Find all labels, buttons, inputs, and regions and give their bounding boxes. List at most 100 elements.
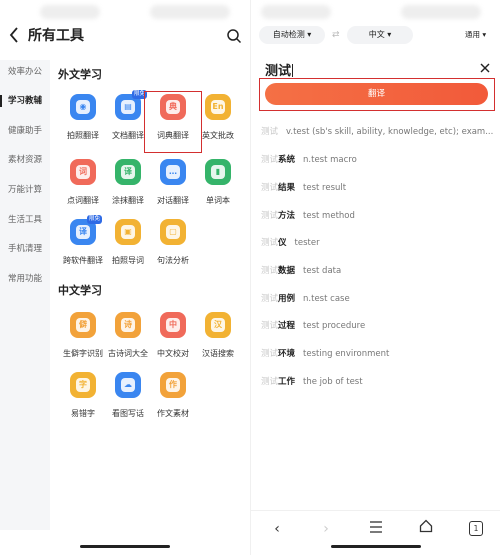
tool-glyph: 典 [166, 100, 180, 114]
suggestion-suffix: 方法 [278, 211, 296, 221]
suggestion-definition: v.test (sb's skill, ability, knowledge, … [286, 127, 494, 137]
language-bar: 自动检测 ▾ ⇄ 中文 ▾ 通用 ▾ [251, 26, 500, 46]
suggestion-suffix: 过程 [278, 321, 296, 331]
tool-label: 英文批改 [202, 131, 234, 140]
tool-glyph: ◉ [76, 100, 90, 114]
mode-select[interactable]: 通用 ▾ [465, 26, 486, 44]
caret-down-icon: ▾ [307, 30, 312, 39]
tool-1-6[interactable]: 作作文素材 [147, 372, 199, 428]
swap-icon[interactable]: ⇄ [332, 29, 342, 41]
suggestion-item[interactable]: 测试仪 tester [261, 235, 320, 251]
home-indicator [80, 545, 170, 548]
back-button[interactable] [8, 26, 22, 46]
hanyu-search-icon: 汉 [205, 312, 231, 338]
search-input-value: 测试 [265, 64, 292, 79]
camera-icon: ◉ [70, 94, 96, 120]
home-icon[interactable] [416, 519, 436, 539]
status-bar [251, 0, 500, 22]
sidebar-item-calculator[interactable]: 万能计算 [0, 178, 50, 202]
rare-char-icon: 僻 [70, 312, 96, 338]
tools-panel: 所有工具 效率办公 学习教辅 健康助手 素材资源 万能计算 生活工具 手机清理 … [0, 0, 250, 555]
tool-glyph: … [166, 165, 180, 179]
sidebar-item-study[interactable]: 学习教辅 [0, 89, 50, 113]
tool-glyph: ▣ [121, 225, 135, 239]
caret-down-icon: ▾ [387, 30, 392, 39]
suggestion-definition: test procedure [303, 321, 366, 331]
smear-icon: 译 [115, 159, 141, 185]
close-icon[interactable] [479, 62, 491, 74]
word-tap-icon: 词 [70, 159, 96, 185]
suggestion-prefix: 测试 [261, 211, 279, 221]
status-bar [0, 0, 250, 22]
suggestion-item[interactable]: 测试数据 test data [261, 263, 341, 279]
search-button[interactable] [226, 28, 242, 44]
tool-glyph: ☁ [121, 378, 135, 392]
forward-arrow-icon[interactable]: › [316, 519, 336, 539]
source-language-select[interactable]: 自动检测 ▾ [259, 26, 325, 44]
suggestion-prefix: 测试 [261, 238, 279, 248]
tool-glyph: 译 [121, 165, 135, 179]
header: 所有工具 [0, 24, 250, 50]
tabs-button[interactable]: 1 [469, 521, 483, 536]
page-title: 所有工具 [28, 28, 84, 44]
picture-writing-icon: ☁ [115, 372, 141, 398]
tool-glyph: ▮ [211, 165, 225, 179]
suggestion-prefix: 测试 [261, 294, 279, 304]
sidebar-item-materials[interactable]: 素材资源 [0, 148, 50, 172]
source-language-label: 自动检测 [272, 30, 305, 39]
limited-free-badge: 限免 [132, 90, 148, 99]
translate-button[interactable]: 翻译 [265, 83, 488, 105]
suggestion-item[interactable]: 测试结果 test result [261, 180, 346, 196]
suggestion-item[interactable]: 测试 v.test (sb's skill, ability, knowledge… [261, 124, 493, 140]
suggestion-item[interactable]: 测试工作 the job of test [261, 374, 363, 390]
chat-icon: … [160, 159, 186, 185]
suggestion-prefix: 测试 [261, 377, 279, 387]
suggestion-suffix: 系统 [278, 155, 296, 165]
tool-1-3[interactable]: 汉汉语搜索 [192, 312, 244, 368]
suggestion-item[interactable]: 测试过程 test procedure [261, 318, 365, 334]
search-input[interactable]: 测试 [265, 60, 294, 79]
tool-glyph: 译 [76, 225, 90, 239]
tool-glyph: ▢ [166, 225, 180, 239]
tool-0-7[interactable]: ▮ 单词本 [192, 159, 244, 215]
menu-icon[interactable] [366, 519, 386, 539]
suggestion-item[interactable]: 测试环境 testing environment [261, 346, 389, 362]
photo-import-icon: ▣ [115, 219, 141, 245]
mode-label: 通用 [465, 30, 480, 39]
suggestion-item[interactable]: 测试用例 n.test case [261, 291, 350, 307]
tool-glyph: 汉 [211, 318, 225, 332]
target-language-select[interactable]: 中文 ▾ [347, 26, 413, 44]
home-indicator [331, 545, 421, 548]
sidebar-item-common[interactable]: 常用功能 [0, 267, 50, 291]
tool-0-3[interactable]: En 英文批改 [192, 94, 244, 150]
search-icon [227, 29, 242, 44]
suggestion-definition: tester [294, 238, 320, 248]
text-cursor [292, 64, 294, 77]
suggestion-definition: testing environment [303, 349, 390, 359]
suggestion-suffix: 仪 [278, 238, 287, 248]
suggestion-suffix: 工作 [278, 377, 296, 387]
suggestion-item[interactable]: 测试方法 test method [261, 208, 355, 224]
translate-button-highlight: 翻译 [259, 78, 495, 111]
english-check-icon: En [205, 94, 231, 120]
poetry-icon: 诗 [115, 312, 141, 338]
back-arrow-icon[interactable]: ‹ [267, 519, 287, 539]
dictionary-icon: 典 [160, 94, 186, 120]
syntax-icon: ▢ [160, 219, 186, 245]
tool-0-10[interactable]: ▢ 句法分析 [147, 219, 199, 275]
sidebar-item-health[interactable]: 健康助手 [0, 119, 50, 143]
suggestion-item[interactable]: 测试系统 n.test macro [261, 152, 357, 168]
tool-glyph: 作 [166, 378, 180, 392]
limited-free-badge: 限免 [87, 215, 103, 224]
suggestion-prefix: 测试 [261, 321, 279, 331]
sidebar-item-life[interactable]: 生活工具 [0, 208, 50, 232]
section-title-foreign: 外文学习 [58, 68, 102, 81]
suggestion-prefix: 测试 [261, 349, 279, 359]
sidebar-item-cleanup[interactable]: 手机清理 [0, 237, 50, 261]
suggestion-definition: n.test case [303, 294, 350, 304]
sidebar-item-efficiency[interactable]: 效率办公 [0, 60, 50, 84]
suggestion-suffix: 环境 [278, 349, 296, 359]
suggestion-prefix: 测试 [261, 183, 279, 193]
tool-glyph: 中 [166, 318, 180, 332]
suggestion-prefix: 测试 [261, 127, 279, 137]
